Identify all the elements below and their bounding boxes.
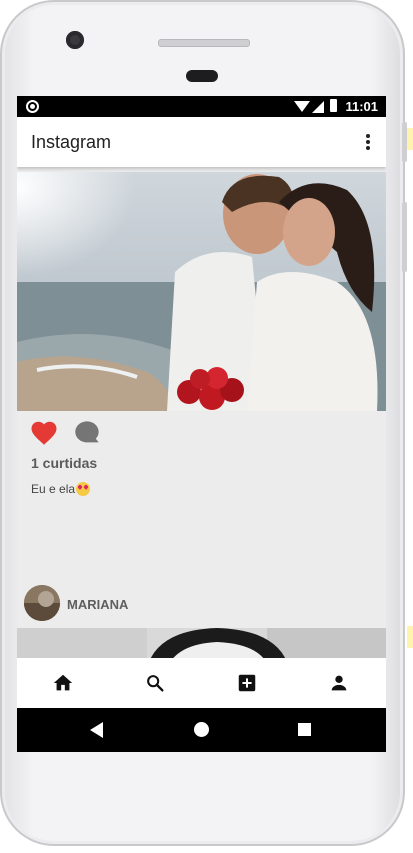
likes-count: 1 curtidas (31, 455, 98, 471)
search-icon[interactable] (144, 672, 166, 694)
status-bar: 11:01 (17, 96, 386, 117)
more-vert-icon[interactable] (366, 134, 370, 150)
avatar[interactable] (24, 585, 60, 621)
home-icon[interactable] (52, 672, 74, 694)
post-image[interactable] (17, 172, 386, 411)
person-icon[interactable] (328, 672, 350, 694)
heart-eyes-emoji (76, 482, 91, 496)
comment-icon[interactable] (73, 419, 101, 447)
app-title: Instagram (31, 132, 112, 152)
phone-frame: 11:01 Instagram 1 curtidas Eu e ela MARI… (0, 0, 407, 846)
power-button (402, 202, 407, 272)
add-box-icon[interactable] (236, 672, 258, 694)
app-bar: Instagram (17, 117, 386, 167)
caption-text: Eu e ela (31, 482, 76, 496)
post-caption: Eu e ela (31, 482, 91, 496)
username[interactable]: MARIANA (67, 597, 128, 612)
speaker-grille (158, 39, 250, 47)
volume-button (402, 122, 407, 162)
back-icon[interactable] (90, 722, 103, 738)
editor-fragment (407, 626, 413, 648)
notification-icon (26, 100, 39, 113)
battery-icon (330, 99, 337, 112)
front-camera (66, 31, 84, 49)
phone-screen: 11:01 Instagram 1 curtidas Eu e ela MARI… (17, 96, 386, 752)
home-circle-icon[interactable] (194, 722, 209, 737)
editor-fragment (407, 128, 413, 150)
wifi-icon (294, 101, 310, 112)
heart-icon[interactable] (29, 418, 59, 448)
bottom-navigation (17, 658, 386, 708)
recents-icon[interactable] (298, 723, 311, 736)
signal-icon (312, 101, 324, 113)
proximity-sensor (186, 70, 218, 82)
system-navigation-bar (17, 708, 386, 752)
status-time: 11:01 (345, 99, 378, 114)
